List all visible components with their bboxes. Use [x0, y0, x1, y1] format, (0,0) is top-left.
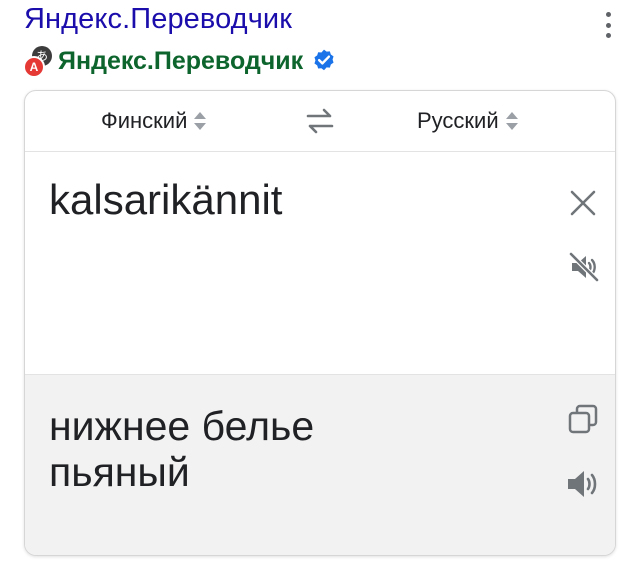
source-language-label: Финский — [101, 108, 188, 133]
more-vert-icon[interactable] — [596, 8, 620, 42]
language-bar: Финский Русский — [25, 91, 615, 152]
target-language-label: Русский — [417, 108, 499, 133]
kebab-dot — [605, 22, 611, 28]
page-title[interactable]: Яндекс.Переводчик — [24, 3, 292, 36]
translate-app-icon: あ A — [22, 44, 56, 78]
result-area: нижнее белье пьяный — [25, 374, 615, 555]
target-language-select[interactable]: Русский — [417, 103, 519, 139]
result-line: нижнее белье — [49, 403, 315, 449]
favicon-front-glyph: A — [23, 56, 45, 78]
updown-icon — [505, 112, 518, 130]
result-line: пьяный — [49, 449, 190, 495]
source-text-area[interactable]: kalsarikännit — [25, 152, 615, 374]
source-name[interactable]: Яндекс.Переводчик — [58, 47, 303, 76]
volume-icon[interactable] — [566, 467, 602, 501]
copy-icon[interactable] — [567, 403, 599, 435]
result-text: нижнее белье пьяный — [49, 403, 314, 495]
close-icon[interactable] — [569, 189, 597, 217]
kebab-dot — [605, 12, 611, 17]
verified-check-icon — [314, 49, 334, 71]
mute-icon[interactable] — [568, 251, 600, 283]
kebab-dot — [605, 33, 611, 38]
source-text[interactable]: kalsarikännit — [49, 176, 282, 224]
source-language-select[interactable]: Финский — [101, 103, 207, 139]
source-row: あ A Яндекс.Переводчик — [22, 44, 337, 78]
translator-card: Финский Русский kalsarikännit нижнее бел… — [24, 90, 616, 556]
swap-icon[interactable] — [305, 106, 335, 136]
updown-icon — [194, 112, 207, 130]
